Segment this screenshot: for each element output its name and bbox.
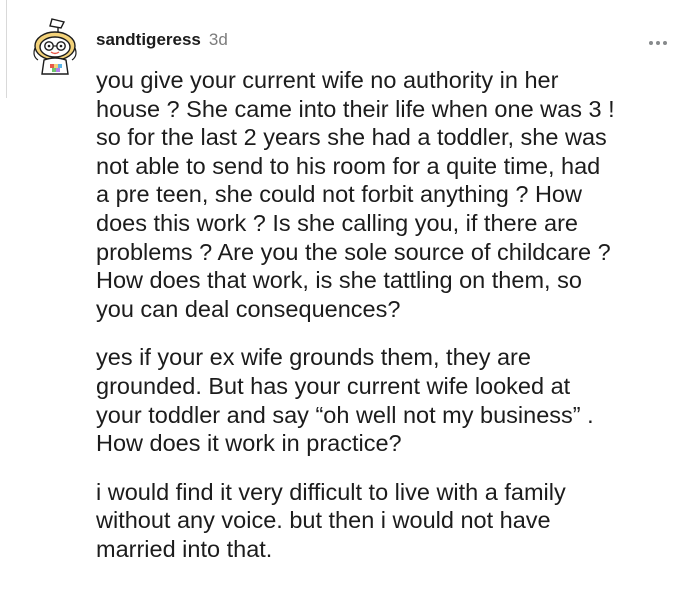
username[interactable]: sandtigeress bbox=[96, 30, 201, 50]
comment: sandtigeress 3d you give your current wi… bbox=[0, 0, 700, 592]
comment-paragraph: yes if your ex wife grounds them, they a… bbox=[96, 344, 594, 457]
timestamp: 3d bbox=[208, 30, 228, 49]
more-options-button[interactable] bbox=[643, 34, 673, 52]
comment-paragraph: you give your current wife no authority … bbox=[96, 67, 615, 322]
comment-header: sandtigeress 3d bbox=[96, 30, 228, 50]
more-options-icon bbox=[656, 41, 660, 45]
snoo-avatar-icon bbox=[33, 18, 77, 75]
more-options-icon bbox=[663, 41, 667, 45]
user-avatar[interactable] bbox=[28, 16, 82, 76]
more-options-icon bbox=[649, 41, 653, 45]
comment-paragraph: i would find it very difficult to live w… bbox=[96, 478, 566, 562]
comment-body: you give your current wife no authority … bbox=[96, 66, 691, 584]
